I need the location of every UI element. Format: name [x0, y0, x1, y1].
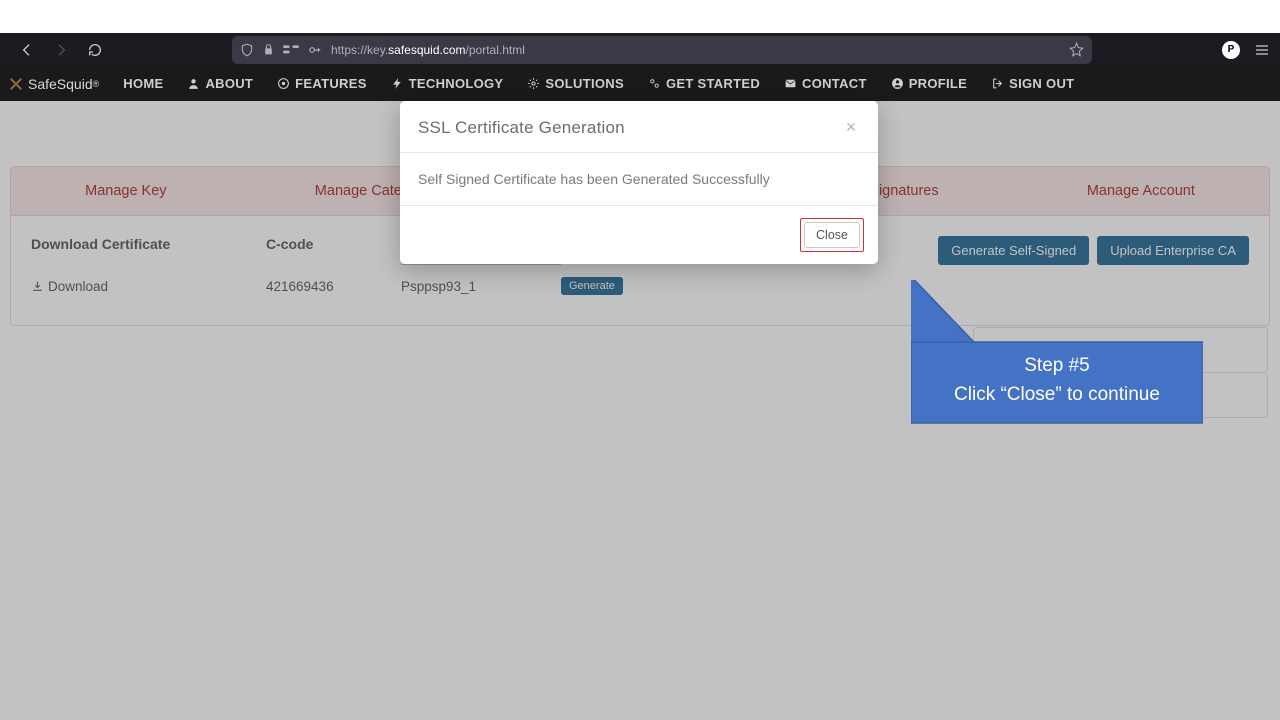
key-icon — [307, 43, 323, 57]
callout-line1: Step #5 — [911, 352, 1203, 381]
lock-icon — [262, 43, 275, 56]
nav-technology[interactable]: TECHNOLOGY — [391, 76, 504, 91]
brand-icon — [8, 76, 24, 92]
gear-icon — [527, 77, 540, 90]
nav-features[interactable]: FEATURES — [277, 76, 367, 91]
window-titlebar — [0, 0, 1280, 33]
modal-close-x[interactable]: × — [842, 117, 860, 138]
bolt-icon — [391, 77, 404, 90]
gears-icon — [648, 77, 661, 90]
reload-button[interactable] — [82, 37, 108, 63]
nav-profile[interactable]: PROFILE — [891, 76, 967, 91]
browser-toolbar: https://key.safesquid.com/portal.html P — [0, 33, 1280, 66]
user-icon — [187, 77, 200, 90]
nav-solutions[interactable]: SOLUTIONS — [527, 76, 624, 91]
modal-body-text: Self Signed Certificate has been Generat… — [400, 153, 878, 206]
user-circle-icon — [891, 77, 904, 90]
hamburger-menu-icon[interactable] — [1254, 42, 1270, 58]
annotation-highlight: Close — [800, 218, 864, 252]
signout-icon — [991, 77, 1004, 90]
target-icon — [277, 77, 290, 90]
step-callout: Step #5 Click “Close” to continue — [911, 280, 1203, 441]
page-body: Manage Key Manage Categories placeholder… — [0, 101, 1280, 720]
envelope-icon — [784, 77, 797, 90]
callout-line2: Click “Close” to continue — [911, 381, 1203, 410]
forward-button[interactable] — [48, 37, 74, 63]
bookmark-star-icon[interactable] — [1069, 42, 1084, 57]
profile-avatar[interactable]: P — [1222, 41, 1240, 59]
nav-home[interactable]: HOME — [123, 76, 163, 91]
nav-signout[interactable]: SIGN OUT — [991, 76, 1074, 91]
url-text: https://key.safesquid.com/portal.html — [331, 43, 1069, 57]
brand-logo[interactable]: SafeSquid® — [8, 76, 99, 92]
ssl-modal: SSL Certificate Generation × Self Signed… — [400, 101, 878, 264]
nav-getstarted[interactable]: GET STARTED — [648, 76, 760, 91]
back-button[interactable] — [14, 37, 40, 63]
modal-close-button[interactable]: Close — [804, 222, 860, 248]
address-bar[interactable]: https://key.safesquid.com/portal.html — [232, 36, 1092, 64]
permissions-icon — [283, 43, 299, 57]
nav-about[interactable]: ABOUT — [187, 76, 253, 91]
shield-icon — [240, 43, 254, 57]
modal-title: SSL Certificate Generation — [418, 118, 842, 138]
nav-contact[interactable]: CONTACT — [784, 76, 867, 91]
site-navbar: SafeSquid® HOME ABOUT FEATURES TECHNOLOG… — [0, 66, 1280, 101]
